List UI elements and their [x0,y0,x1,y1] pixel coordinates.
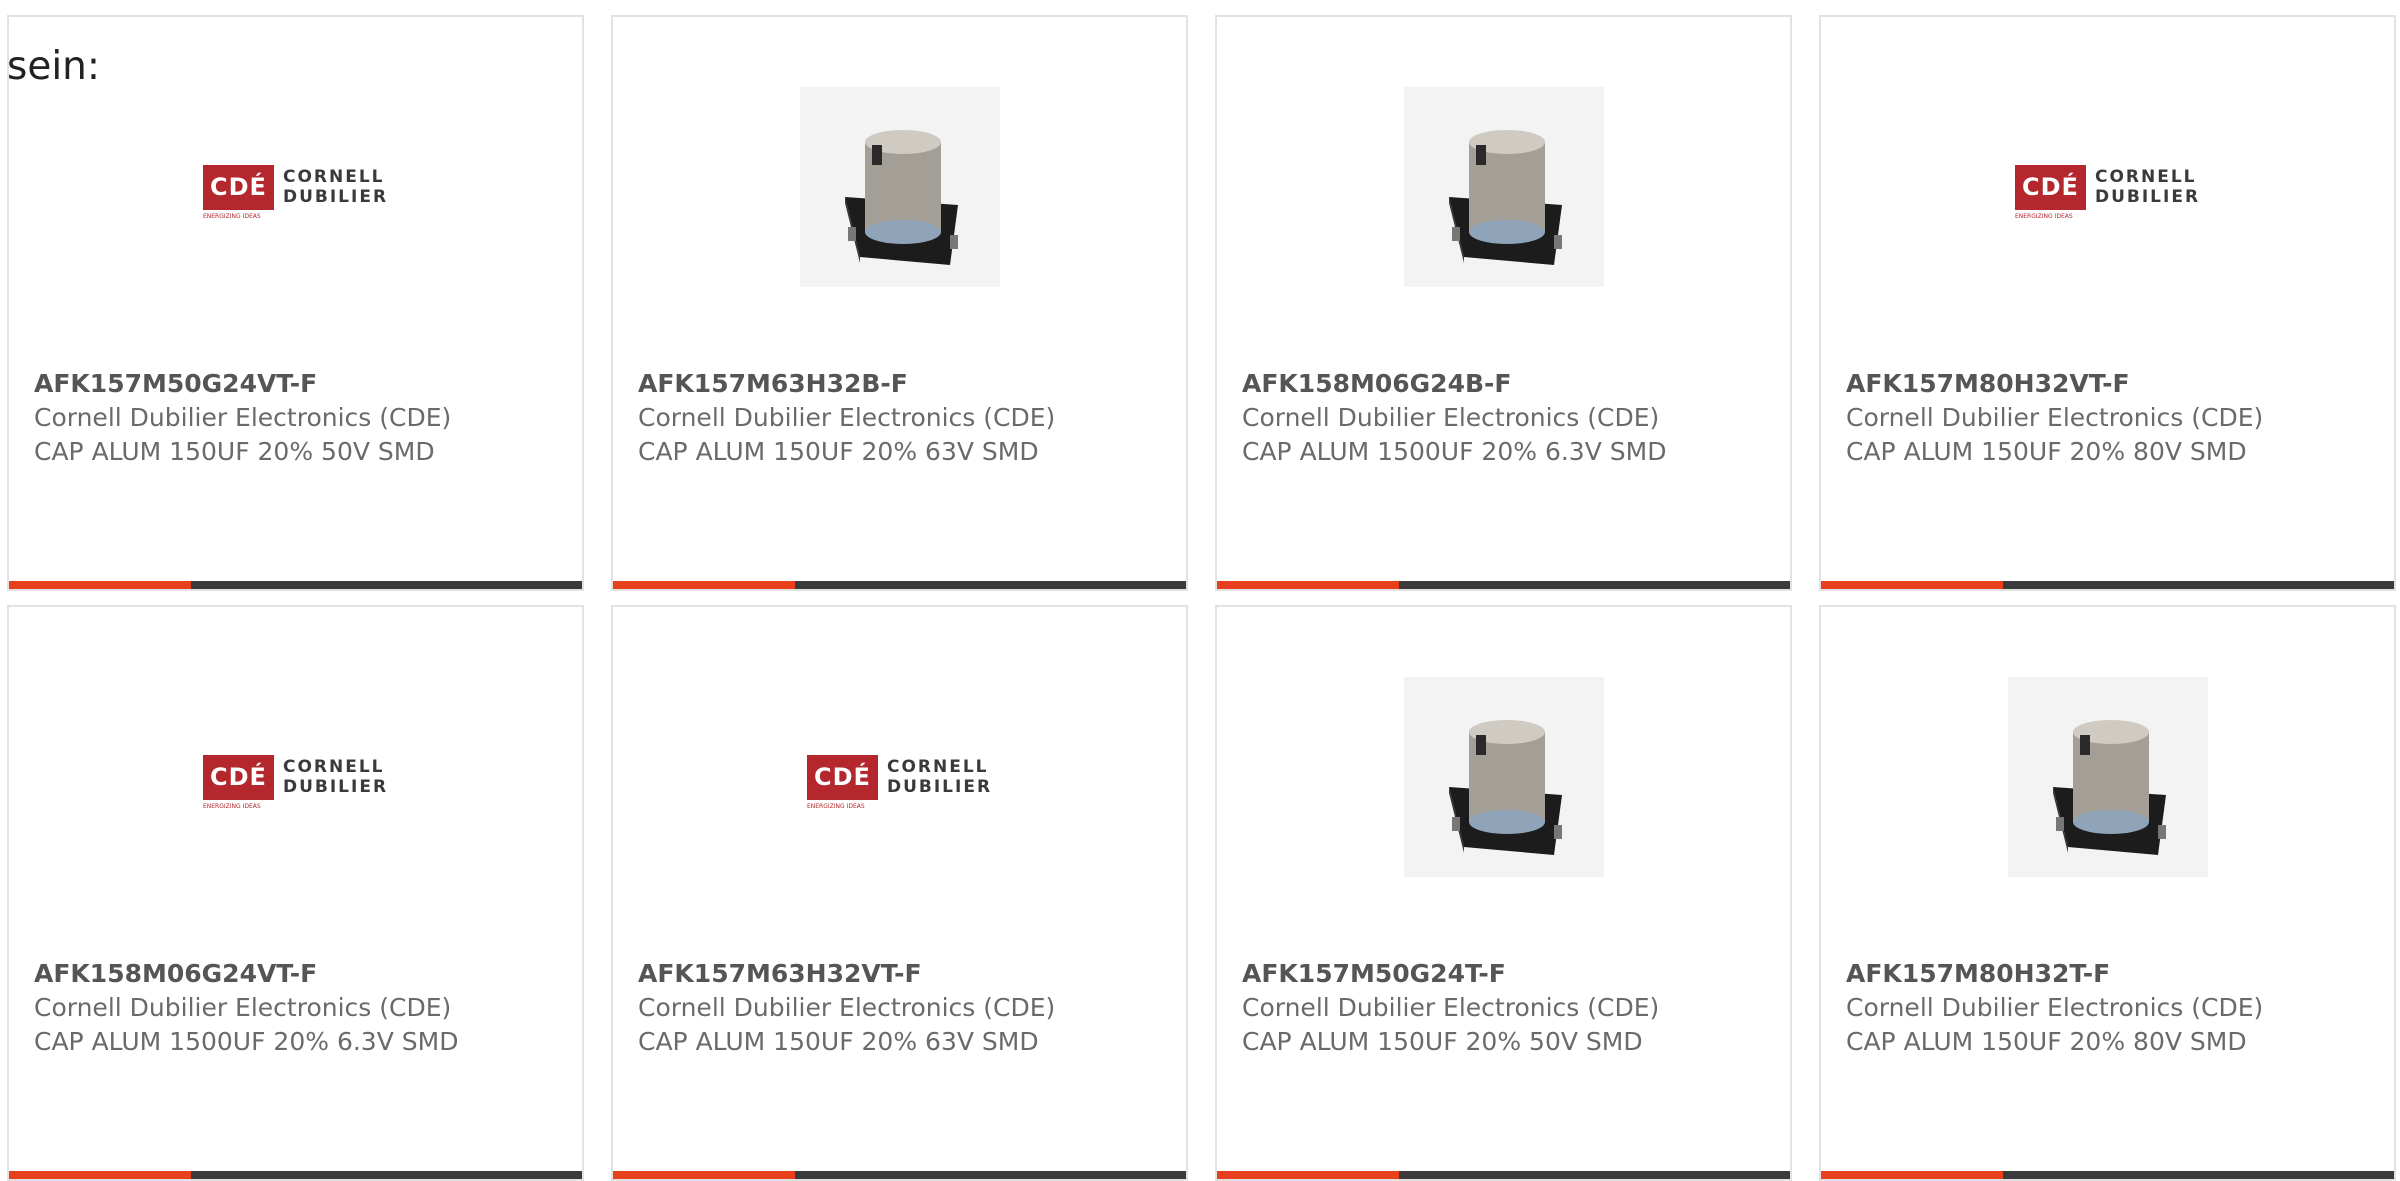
manufacturer: Cornell Dubilier Electronics (CDE) [34,403,452,432]
product-image: CDÉ ENERGIZING IDEAS CORNELL DUBILIER [1821,87,2394,287]
card-accent-bar [613,1171,795,1179]
description: CAP ALUM 150UF 20% 63V SMD [638,1027,1039,1056]
description: CAP ALUM 150UF 20% 80V SMD [1846,437,2247,466]
description: CAP ALUM 150UF 20% 50V SMD [1242,1027,1643,1056]
description: CAP ALUM 150UF 20% 80V SMD [1846,1027,2247,1056]
product-card[interactable]: AFK157M80H32T-F Cornell Dubilier Electro… [1819,605,2396,1181]
product-card[interactable]: CDÉ ENERGIZING IDEAS CORNELL DUBILIER AFK1… [7,605,584,1181]
card-bottom-bar [1821,581,2394,589]
cde-logo: CDÉ ENERGIZING IDEAS CORNELL DUBILIER [2014,164,2200,220]
part-number[interactable]: AFK157M63H32B-F [638,367,1068,401]
description: CAP ALUM 150UF 20% 50V SMD [34,437,435,466]
card-bottom-bar [1821,1171,2394,1179]
capacitor-image [2007,677,2208,877]
card-accent-bar [9,1171,191,1179]
product-card[interactable]: AFK157M50G24T-F Cornell Dubilier Electro… [1215,605,1792,1181]
part-number[interactable]: AFK157M50G24T-F [1242,957,1672,991]
card-accent-bar [1821,1171,2003,1179]
product-card[interactable]: CDÉ ENERGIZING IDEAS CORNELL DUBILIER AFK1… [1819,15,2396,591]
part-number[interactable]: AFK157M80H32VT-F [1846,367,2276,401]
product-image: CDÉ ENERGIZING IDEAS CORNELL DUBILIER [613,677,1186,877]
capacitor-image [799,87,1000,287]
description: CAP ALUM 1500UF 20% 6.3V SMD [1242,437,1667,466]
manufacturer: Cornell Dubilier Electronics (CDE) [1242,403,1660,432]
part-number[interactable]: AFK157M80H32T-F [1846,957,2276,991]
product-card[interactable]: AFK158M06G24B-F Cornell Dubilier Electro… [1215,15,1792,591]
product-image [1217,87,1790,287]
intro-text: sein: [7,44,101,89]
description: CAP ALUM 1500UF 20% 6.3V SMD [34,1027,459,1056]
product-image: CDÉ ENERGIZING IDEAS CORNELL DUBILIER [9,87,582,287]
manufacturer: Cornell Dubilier Electronics (CDE) [638,993,1056,1022]
manufacturer: Cornell Dubilier Electronics (CDE) [1242,993,1660,1022]
card-accent-bar [1217,581,1399,589]
product-card[interactable]: CDÉ ENERGIZING IDEAS CORNELL DUBILIER AFK1… [611,605,1188,1181]
card-bottom-bar [1217,581,1790,589]
product-image [613,87,1186,287]
description: CAP ALUM 150UF 20% 63V SMD [638,437,1039,466]
part-number[interactable]: AFK158M06G24VT-F [34,957,464,991]
capacitor-image [1403,87,1604,287]
cde-logo: CDÉ ENERGIZING IDEAS CORNELL DUBILIER [202,164,388,220]
product-card[interactable]: AFK157M63H32B-F Cornell Dubilier Electro… [611,15,1188,591]
manufacturer: Cornell Dubilier Electronics (CDE) [34,993,452,1022]
card-bottom-bar [613,581,1186,589]
product-card[interactable]: CDÉ ENERGIZING IDEAS CORNELL DUBILIER AFK1… [7,15,584,591]
product-image: CDÉ ENERGIZING IDEAS CORNELL DUBILIER [9,677,582,877]
capacitor-image [1403,677,1604,877]
card-bottom-bar [9,1171,582,1179]
card-accent-bar [9,581,191,589]
manufacturer: Cornell Dubilier Electronics (CDE) [1846,403,2264,432]
card-accent-bar [613,581,795,589]
product-image [1217,677,1790,877]
manufacturer: Cornell Dubilier Electronics (CDE) [638,403,1056,432]
card-bottom-bar [9,581,582,589]
part-number[interactable]: AFK158M06G24B-F [1242,367,1672,401]
card-bottom-bar [613,1171,1186,1179]
part-number[interactable]: AFK157M63H32VT-F [638,957,1068,991]
part-number[interactable]: AFK157M50G24VT-F [34,367,464,401]
card-bottom-bar [1217,1171,1790,1179]
cde-logo: CDÉ ENERGIZING IDEAS CORNELL DUBILIER [806,754,992,810]
product-image [1821,677,2394,877]
card-accent-bar [1821,581,2003,589]
cde-logo: CDÉ ENERGIZING IDEAS CORNELL DUBILIER [202,754,388,810]
manufacturer: Cornell Dubilier Electronics (CDE) [1846,993,2264,1022]
card-accent-bar [1217,1171,1399,1179]
